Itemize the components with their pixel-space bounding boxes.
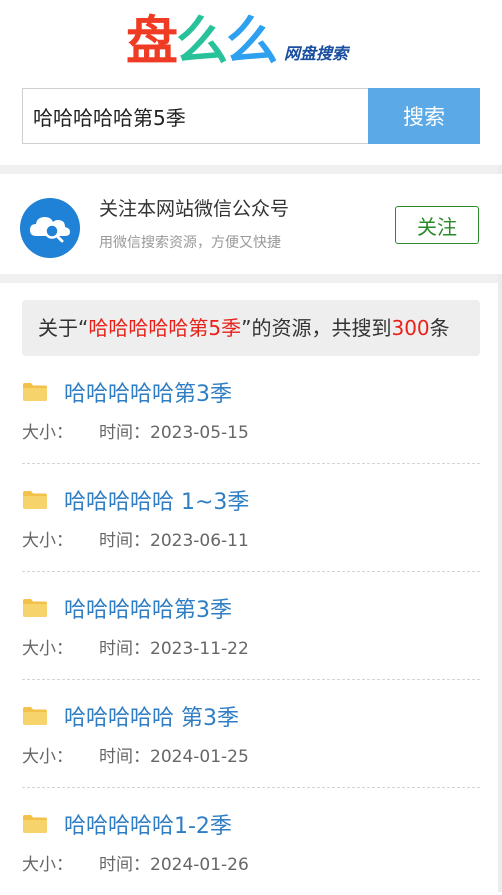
folder-icon: [23, 815, 47, 833]
logo-char-3: 么: [226, 12, 278, 72]
logo-char-2: 么: [176, 12, 228, 72]
result-time: 2023-05-15: [150, 423, 249, 443]
folder-icon: [23, 491, 47, 509]
summary-suffix: 条: [429, 316, 450, 340]
result-item: 哈哈哈哈哈 1~3季 大小： 时间：2023-06-11: [22, 464, 480, 572]
result-time: 2024-01-26: [150, 855, 249, 875]
result-title-link[interactable]: 哈哈哈哈哈第3季: [22, 376, 232, 408]
follow-button[interactable]: 关注: [395, 206, 479, 244]
size-label: 大小：: [22, 639, 73, 659]
result-time: 2023-06-11: [150, 531, 249, 551]
logo-char-1: 盘: [126, 12, 178, 72]
result-name[interactable]: 哈哈哈哈哈第3季: [64, 376, 232, 408]
search-button[interactable]: 搜索: [368, 88, 480, 144]
result-name[interactable]: 哈哈哈哈哈 1~3季: [64, 484, 249, 516]
size-label: 大小：: [22, 855, 73, 875]
result-item: 哈哈哈哈哈第3季 大小： 时间：2023-05-15: [22, 356, 480, 464]
result-name[interactable]: 哈哈哈哈哈 第3季: [64, 700, 239, 732]
result-meta: 大小： 时间：2023-05-15: [22, 418, 249, 443]
folder-icon: [23, 383, 47, 401]
size-label: 大小：: [22, 531, 73, 551]
summary-prefix: 关于“: [38, 316, 89, 340]
result-meta: 大小： 时间：2023-11-22: [22, 634, 249, 659]
folder-icon: [23, 707, 47, 725]
result-meta: 大小： 时间：2024-01-25: [22, 742, 249, 767]
result-name[interactable]: 哈哈哈哈哈第3季: [64, 592, 232, 624]
folder-icon: [23, 599, 47, 617]
result-meta: 大小： 时间：2023-06-11: [22, 526, 249, 551]
site-logo[interactable]: 盘 么 么 网盘搜索: [126, 14, 348, 70]
search-input[interactable]: [22, 88, 368, 144]
time-label: 时间：: [99, 747, 150, 767]
result-name[interactable]: 哈哈哈哈哈1-2季: [64, 808, 232, 840]
result-item: 哈哈哈哈哈1-2季 大小： 时间：2024-01-26: [22, 788, 480, 895]
result-title-link[interactable]: 哈哈哈哈哈1-2季: [22, 808, 232, 840]
results-section: 关于“哈哈哈哈哈第5季”的资源，共搜到300条 哈哈哈哈哈第3季 大小： 时间：2…: [0, 300, 502, 895]
size-label: 大小：: [22, 423, 73, 443]
result-title-link[interactable]: 哈哈哈哈哈 第3季: [22, 700, 239, 732]
time-label: 时间：: [99, 423, 150, 443]
follow-title: 关注本网站微信公众号: [99, 198, 290, 220]
wechat-follow-card: 关注本网站微信公众号 用微信搜索资源，方便又快捷 关注: [0, 174, 502, 274]
search-bar: 搜索: [22, 88, 480, 144]
cloud-search-icon: [20, 198, 80, 258]
result-title-link[interactable]: 哈哈哈哈哈第3季: [22, 592, 232, 624]
result-time: 2024-01-25: [150, 747, 249, 767]
result-item: 哈哈哈哈哈 第3季 大小： 时间：2024-01-25: [22, 680, 480, 788]
time-label: 时间：: [99, 531, 150, 551]
result-time: 2023-11-22: [150, 639, 249, 659]
header: 盘 么 么 网盘搜索 搜索: [0, 0, 502, 165]
follow-description: 用微信搜索资源，方便又快捷: [99, 235, 281, 251]
section-divider: [0, 165, 502, 174]
summary-keyword: 哈哈哈哈哈第5季: [88, 316, 242, 340]
summary-count: 300: [391, 316, 430, 340]
summary-middle: ”的资源，共搜到: [241, 316, 392, 340]
result-title-link[interactable]: 哈哈哈哈哈 1~3季: [22, 484, 249, 516]
time-label: 时间：: [99, 855, 150, 875]
result-meta: 大小： 时间：2024-01-26: [22, 850, 249, 875]
logo-subtitle: 网盘搜索: [284, 44, 349, 63]
time-label: 时间：: [99, 639, 150, 659]
search-summary: 关于“哈哈哈哈哈第5季”的资源，共搜到300条: [22, 300, 480, 356]
section-divider: [0, 274, 502, 283]
result-item: 哈哈哈哈哈第3季 大小： 时间：2023-11-22: [22, 572, 480, 680]
size-label: 大小：: [22, 747, 73, 767]
